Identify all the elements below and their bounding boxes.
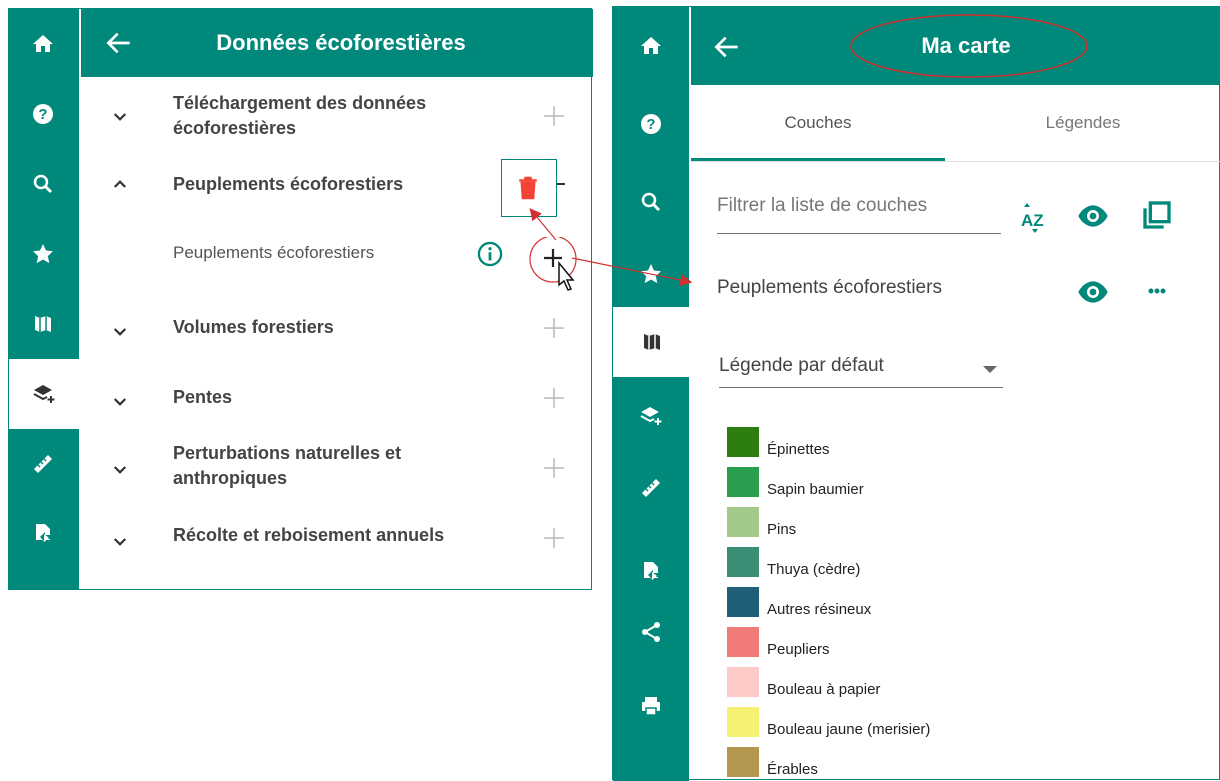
add-icon[interactable] (541, 385, 567, 411)
left-panel: ? Données écoforestières Téléchargement … (8, 8, 593, 590)
add-icon[interactable] (541, 455, 567, 481)
legend-swatch (727, 547, 759, 577)
legend-label: Thuya (cèdre) (767, 561, 861, 578)
category-row[interactable]: Peuplements écoforestiers (81, 159, 593, 217)
add-icon[interactable] (541, 103, 567, 129)
chevron-down-icon[interactable] (111, 533, 129, 551)
category-row[interactable]: Perturbations naturelles et anthropiques (81, 435, 593, 501)
chevron-up-icon[interactable] (111, 175, 129, 193)
visibility-eye-icon[interactable] (1077, 203, 1109, 229)
tab-legendes[interactable]: Légendes (945, 85, 1220, 161)
category-label: Téléchargement des données écoforestière… (173, 93, 427, 138)
legend-swatch (727, 747, 759, 777)
select-all-icon[interactable] (1141, 199, 1173, 231)
category-label: Pentes (173, 387, 233, 407)
share-icon[interactable] (613, 597, 689, 667)
ruler-icon[interactable] (9, 429, 77, 499)
legend-label: Autres résineux (767, 601, 872, 618)
highlight-ellipse (850, 14, 1088, 78)
legend-select[interactable]: Légende par défaut (719, 349, 1003, 388)
left-header: Données écoforestières (81, 9, 593, 77)
legend-label: Bouleau à papier (767, 681, 881, 698)
panel-title: Données écoforestières (216, 30, 466, 55)
home-icon[interactable] (613, 11, 689, 81)
info-icon[interactable] (476, 240, 504, 268)
chevron-down-icon[interactable] (111, 461, 129, 479)
star-icon[interactable] (613, 239, 689, 309)
legend-label: Peupliers (767, 641, 830, 658)
legend-select-value: Légende par défaut (719, 355, 884, 376)
help-icon[interactable]: ? (9, 79, 77, 149)
back-arrow-icon[interactable] (711, 31, 743, 63)
legend-swatch (727, 627, 759, 657)
chevron-down-icon[interactable] (111, 323, 129, 341)
svg-text:AZ: AZ (1021, 211, 1044, 230)
layer-name: Peuplements écoforestiers (717, 277, 942, 298)
right-sidebar-rail: ? (613, 7, 691, 781)
legend-swatch (727, 507, 759, 537)
legend-swatch (727, 667, 759, 697)
tab-couches[interactable]: Couches (691, 85, 945, 161)
legend-swatch (727, 427, 759, 457)
category-label: Peuplements écoforestiers (173, 174, 404, 194)
add-icon[interactable] (541, 315, 567, 341)
category-row[interactable]: Téléchargement des données écoforestière… (81, 83, 593, 149)
category-row[interactable]: Pentes (81, 375, 593, 425)
add-icon[interactable] (541, 525, 567, 551)
back-arrow-icon[interactable] (103, 27, 135, 59)
category-row[interactable]: Récolte et reboisement annuels (81, 513, 593, 563)
search-icon[interactable] (613, 167, 689, 237)
category-label: Perturbations naturelles et anthropiques (173, 443, 402, 488)
svg-text:?: ? (38, 106, 47, 123)
category-label: Volumes forestiers (173, 317, 334, 337)
chevron-down-icon[interactable] (111, 393, 129, 411)
legend-label: Pins (767, 521, 797, 538)
sub-layer-label: Peuplements écoforestiers (173, 243, 375, 262)
legend-label: Érables (767, 761, 818, 778)
active-tab-indicator (691, 158, 945, 161)
minus-icon[interactable] (557, 183, 565, 185)
category-row[interactable]: Volumes forestiers (81, 305, 593, 355)
map-icon[interactable] (613, 307, 691, 377)
home-icon[interactable] (9, 9, 77, 79)
add-layer-icon[interactable] (9, 359, 79, 429)
legend-label: Sapin baumier (767, 481, 864, 498)
legend-label: Bouleau jaune (merisier) (767, 721, 931, 738)
add-layer-icon[interactable] (613, 381, 689, 451)
map-icon[interactable] (9, 289, 77, 359)
legend-label: Épinettes (767, 441, 830, 458)
print-icon[interactable] (613, 671, 689, 741)
sub-layer-row[interactable]: Peuplements écoforestiers (81, 235, 593, 291)
right-header: Ma carte (691, 7, 1220, 85)
left-sidebar-rail: ? (9, 9, 79, 589)
right-panel: ? Ma carte Couches Légendes Filtrer la l… (612, 6, 1220, 781)
legend-swatch (727, 467, 759, 497)
search-icon[interactable] (9, 149, 77, 219)
more-options-icon[interactable] (1141, 283, 1173, 299)
delete-button[interactable] (501, 159, 557, 217)
add-layer-cursor-icon[interactable] (527, 237, 587, 297)
sort-az-icon[interactable]: AZ (1021, 201, 1051, 235)
svg-text:?: ? (646, 116, 655, 133)
tab-bar: Couches Légendes (691, 85, 1220, 162)
ruler-icon[interactable] (613, 453, 689, 523)
legend-swatch (727, 587, 759, 617)
filter-input[interactable]: Filtrer la liste de couches (717, 195, 1001, 234)
legend-swatch (727, 707, 759, 737)
layer-visibility-eye-icon[interactable] (1077, 279, 1109, 305)
star-icon[interactable] (9, 219, 77, 289)
chevron-down-icon[interactable] (111, 108, 129, 126)
help-icon[interactable]: ? (613, 89, 689, 159)
export-file-icon[interactable] (9, 499, 77, 569)
dropdown-arrow-icon (983, 366, 997, 373)
trash-icon (519, 176, 537, 200)
category-label: Récolte et reboisement annuels (173, 525, 445, 545)
